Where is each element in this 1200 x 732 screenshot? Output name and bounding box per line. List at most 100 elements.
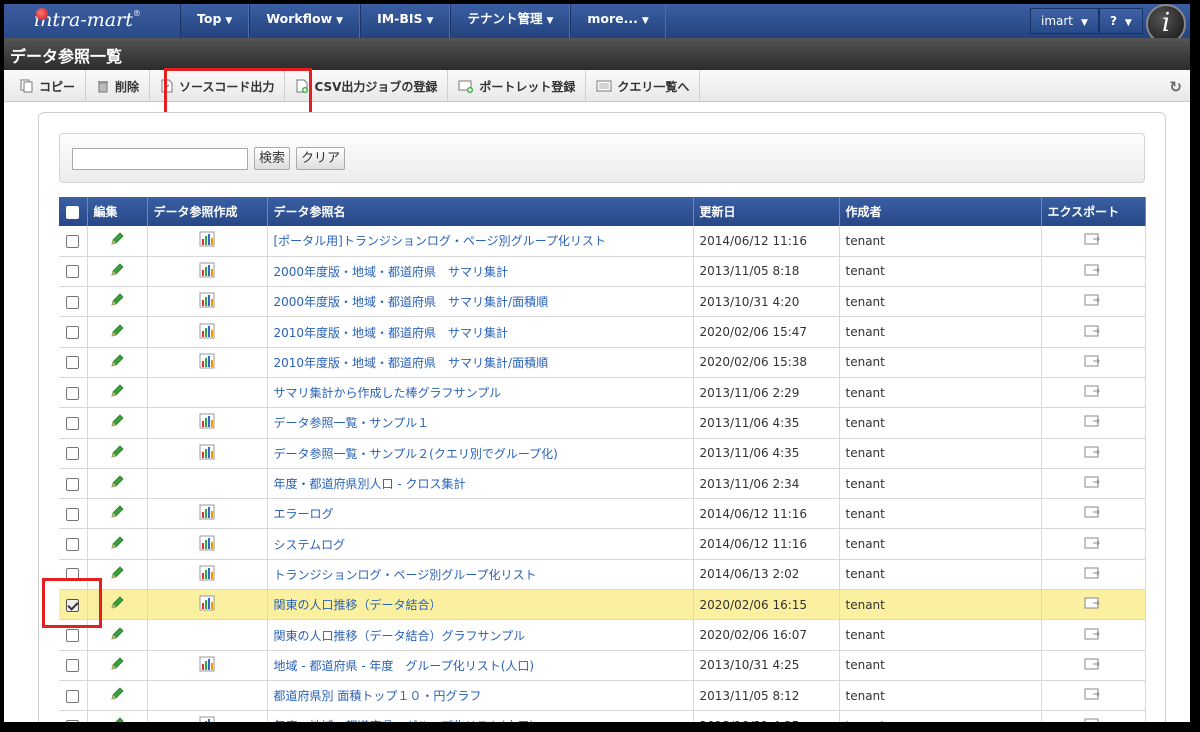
row-checkbox[interactable] bbox=[66, 326, 80, 340]
bar-chart-icon[interactable] bbox=[199, 595, 215, 614]
data-reference-link[interactable]: データ参照一覧・サンプル１ bbox=[274, 416, 430, 430]
nav-item-workflow[interactable]: Workflow ▼ bbox=[249, 4, 361, 38]
help-dropdown[interactable]: ? ▼ bbox=[1098, 8, 1143, 34]
export-icon[interactable] bbox=[1084, 567, 1102, 583]
nav-item-top[interactable]: Top ▼ bbox=[180, 4, 250, 38]
bar-chart-icon[interactable] bbox=[199, 565, 215, 584]
pencil-icon[interactable] bbox=[109, 596, 125, 614]
search-input[interactable] bbox=[72, 148, 248, 170]
data-reference-link[interactable]: エラーログ bbox=[274, 507, 334, 521]
bar-chart-icon[interactable] bbox=[199, 262, 215, 281]
chevron-down-icon: ▼ bbox=[225, 16, 233, 26]
data-reference-link[interactable]: サマリ集計から作成した棒グラフサンプル bbox=[274, 386, 502, 400]
clear-button[interactable]: クリア bbox=[296, 147, 346, 170]
bar-chart-icon[interactable] bbox=[199, 444, 215, 463]
pencil-icon[interactable] bbox=[109, 323, 125, 342]
export-icon[interactable] bbox=[1084, 355, 1102, 371]
export-icon[interactable] bbox=[1084, 476, 1102, 492]
pencil-icon[interactable] bbox=[109, 657, 125, 675]
pencil-icon[interactable] bbox=[109, 414, 125, 432]
export-icon[interactable] bbox=[1084, 658, 1102, 674]
data-reference-link[interactable]: データ参照一覧・サンプル２(クエリ別でグループ化) bbox=[274, 447, 558, 461]
row-checkbox[interactable] bbox=[66, 416, 80, 430]
bar-chart-icon[interactable] bbox=[199, 353, 215, 372]
data-reference-link[interactable]: トランジションログ・ページ別グループ化リスト bbox=[274, 568, 537, 582]
row-checkbox[interactable] bbox=[66, 689, 80, 703]
pencil-icon[interactable] bbox=[109, 445, 125, 463]
nav-item-label: more... bbox=[587, 11, 638, 26]
export-icon[interactable] bbox=[1084, 233, 1102, 249]
export-icon[interactable] bbox=[1084, 718, 1102, 722]
nav-item-im-bis[interactable]: IM-BIS ▼ bbox=[360, 4, 451, 38]
row-checkbox[interactable] bbox=[66, 295, 80, 309]
bar-chart-icon[interactable] bbox=[199, 716, 215, 722]
pencil-icon[interactable] bbox=[109, 717, 125, 722]
nav-item-tenant[interactable]: テナント管理 ▼ bbox=[450, 4, 571, 38]
bar-chart-icon[interactable] bbox=[199, 656, 215, 675]
row-checkbox[interactable] bbox=[66, 447, 80, 461]
data-reference-link[interactable]: 年度・都道府県別人口 - クロス集計 bbox=[274, 477, 466, 491]
nav-item-more[interactable]: more... ▼ bbox=[570, 4, 666, 38]
data-reference-link[interactable]: 関東の人口推移（データ結合）グラフサンプル bbox=[274, 629, 526, 643]
bar-chart-icon[interactable] bbox=[199, 292, 215, 311]
data-reference-link[interactable]: 都道府県別 面積トップ１０・円グラフ bbox=[274, 689, 482, 703]
user-dropdown[interactable]: imart ▼ bbox=[1030, 8, 1099, 34]
bar-chart-icon[interactable] bbox=[199, 413, 215, 432]
pencil-icon[interactable] bbox=[109, 566, 125, 584]
export-icon[interactable] bbox=[1084, 506, 1102, 522]
row-checkbox[interactable] bbox=[66, 265, 80, 279]
export-icon[interactable] bbox=[1084, 537, 1102, 553]
pencil-icon[interactable] bbox=[109, 384, 125, 402]
pencil-icon[interactable] bbox=[109, 626, 125, 645]
pencil-icon[interactable] bbox=[109, 354, 125, 372]
pencil-icon[interactable] bbox=[109, 293, 125, 311]
export-icon[interactable] bbox=[1084, 325, 1102, 341]
create-cell bbox=[147, 710, 268, 722]
row-checkbox[interactable] bbox=[66, 629, 80, 642]
bar-chart-icon[interactable] bbox=[199, 535, 215, 554]
pencil-icon[interactable] bbox=[109, 505, 125, 523]
delete-button[interactable]: 削除 bbox=[86, 70, 151, 102]
bar-chart-icon[interactable] bbox=[199, 504, 215, 523]
select-all-checkbox[interactable] bbox=[66, 205, 80, 219]
data-reference-link[interactable]: 2010年度版・地域・都道府県 サマリ集計/面積順 bbox=[274, 356, 549, 370]
bar-chart-icon[interactable] bbox=[199, 231, 215, 250]
pencil-icon[interactable] bbox=[109, 263, 125, 281]
data-reference-link[interactable]: 2000年度版・地域・都道府県 サマリ集計 bbox=[274, 265, 509, 279]
data-reference-link[interactable]: システムログ bbox=[274, 538, 346, 552]
row-checkbox[interactable] bbox=[66, 356, 80, 370]
row-checkbox[interactable] bbox=[66, 234, 80, 248]
copy-button[interactable]: コピー bbox=[10, 70, 87, 102]
query-list-button[interactable]: クエリ一覧へ bbox=[586, 70, 701, 102]
export-icon[interactable] bbox=[1084, 628, 1102, 644]
export-icon[interactable] bbox=[1084, 597, 1102, 613]
data-reference-link[interactable]: 関東の人口推移（データ結合） bbox=[274, 598, 442, 612]
data-reference-link[interactable]: 地域 - 都道府県 - 年度 グループ化リスト(人口) bbox=[274, 659, 535, 673]
refresh-icon[interactable]: ↻ bbox=[1169, 78, 1182, 96]
data-reference-link[interactable]: 年度 - 地域 - 都道府県 グループ化リスト(人口) bbox=[274, 719, 535, 722]
bar-chart-icon[interactable] bbox=[199, 323, 215, 342]
pencil-icon[interactable] bbox=[109, 687, 125, 705]
row-checkbox[interactable] bbox=[66, 659, 80, 673]
data-reference-link[interactable]: 2010年度版・地域・都道府県 サマリ集計 bbox=[274, 326, 509, 340]
row-checkbox[interactable] bbox=[66, 477, 80, 491]
pencil-icon[interactable] bbox=[109, 232, 125, 250]
export-icon[interactable] bbox=[1084, 385, 1102, 401]
row-checkbox[interactable] bbox=[66, 386, 80, 400]
row-checkbox[interactable] bbox=[66, 507, 80, 521]
pencil-icon[interactable] bbox=[109, 475, 125, 493]
export-icon[interactable] bbox=[1084, 688, 1102, 704]
export-icon[interactable] bbox=[1084, 446, 1102, 462]
row-checkbox[interactable] bbox=[66, 538, 80, 552]
pencil-icon[interactable] bbox=[109, 536, 125, 554]
search-button[interactable]: 検索 bbox=[254, 147, 291, 170]
data-reference-link[interactable]: 2000年度版・地域・都道府県 サマリ集計/面積順 bbox=[274, 295, 549, 309]
portlet-register-button[interactable]: ポートレット登録 bbox=[448, 70, 587, 102]
export-icon[interactable] bbox=[1084, 264, 1102, 280]
export-icon[interactable] bbox=[1084, 294, 1102, 310]
row-select-cell bbox=[59, 286, 88, 318]
data-reference-link[interactable]: [ポータル用]トランジションログ・ページ別グループ化リスト bbox=[274, 234, 606, 248]
row-checkbox[interactable] bbox=[66, 719, 80, 722]
export-icon[interactable] bbox=[1084, 415, 1102, 431]
logo[interactable]: intra-mart® bbox=[4, 4, 180, 38]
